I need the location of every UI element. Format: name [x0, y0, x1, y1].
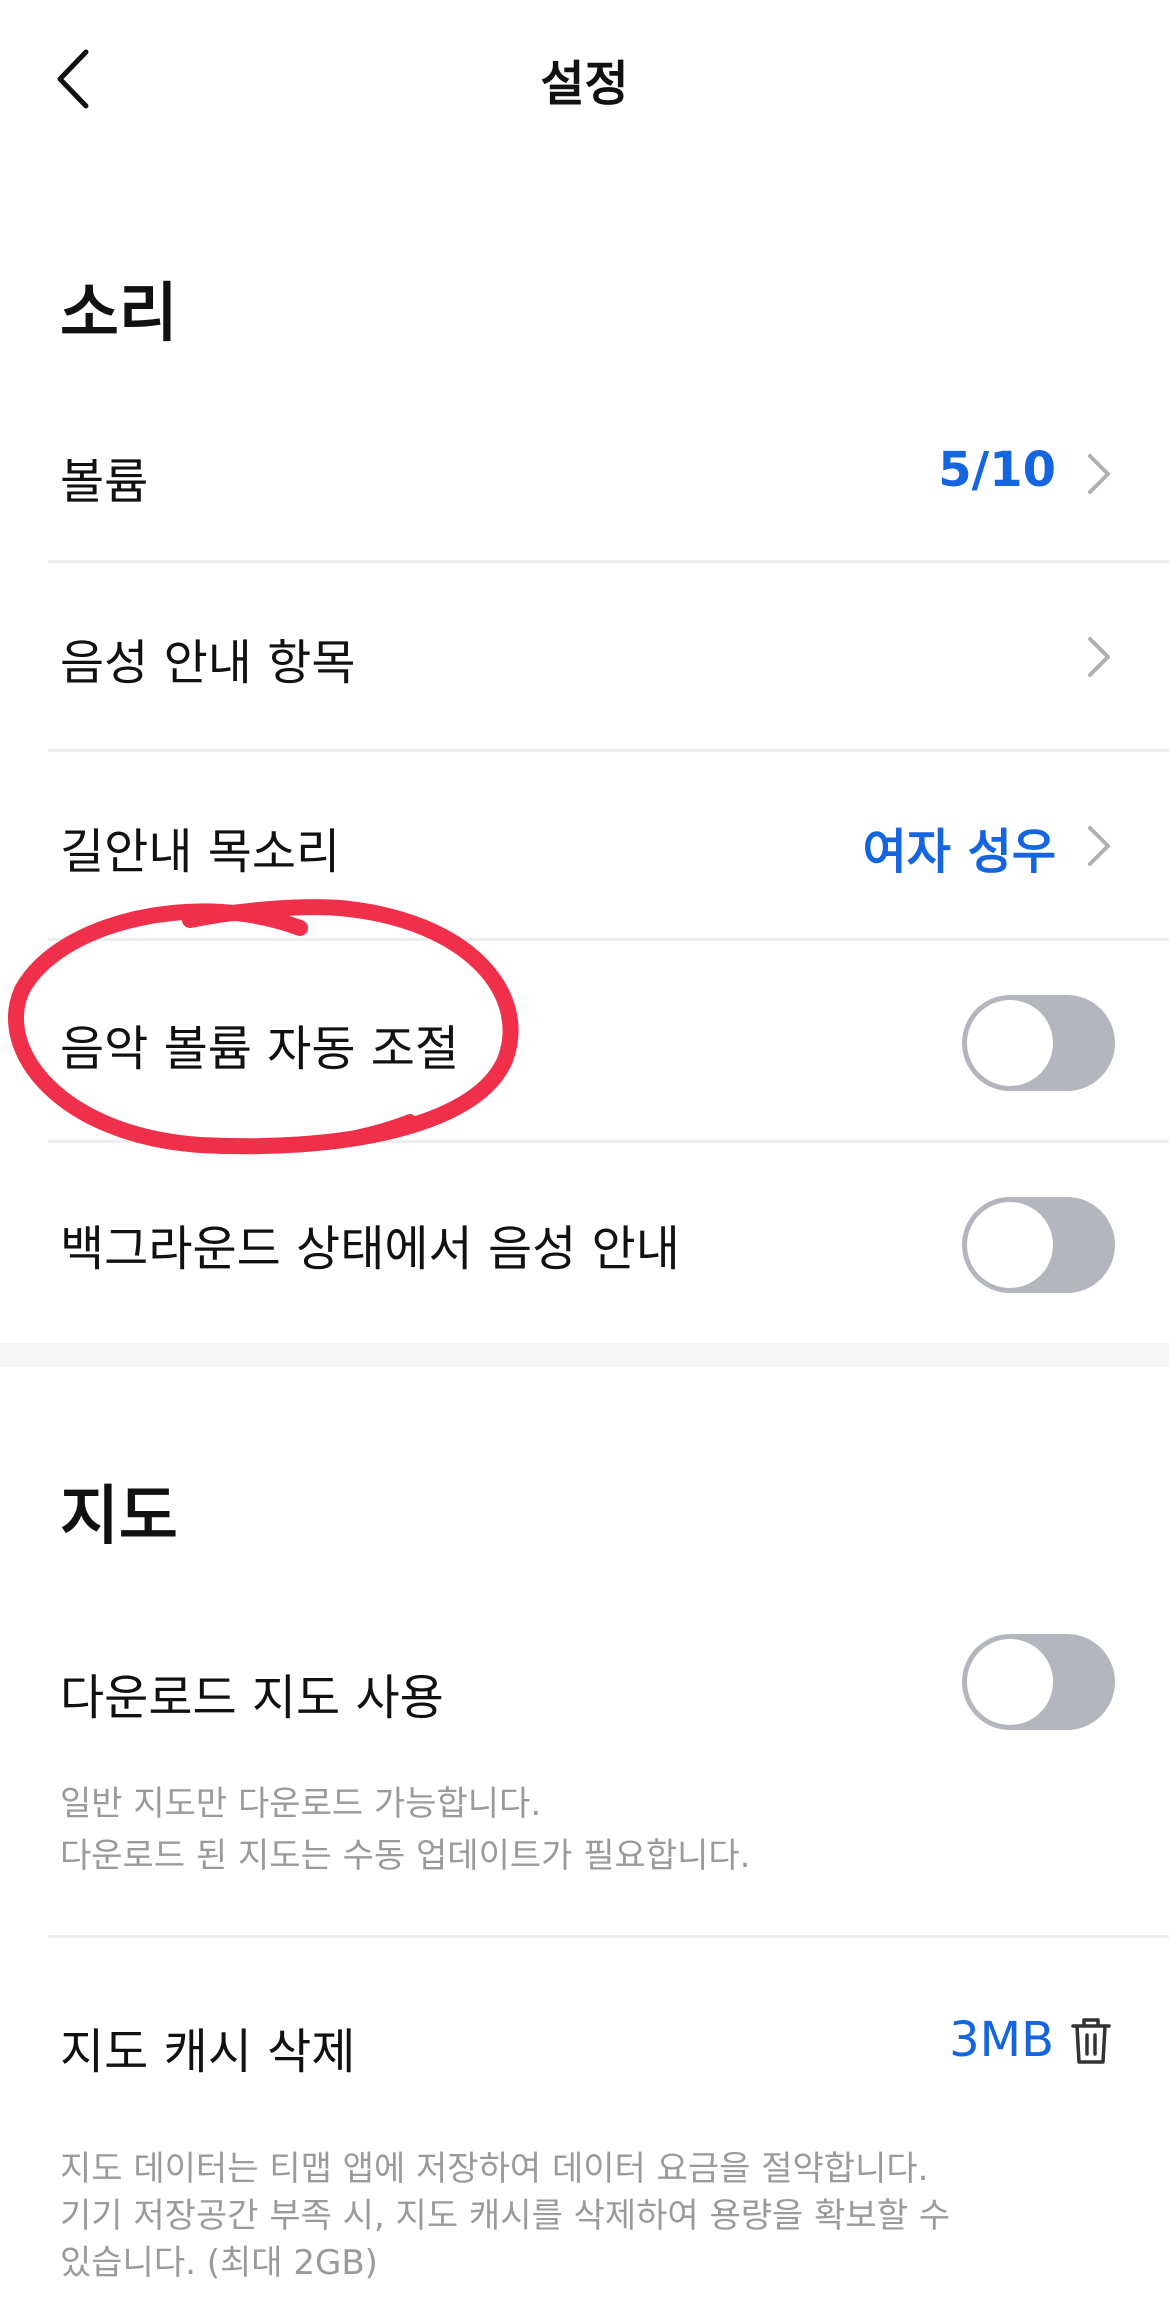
- background-voice-row: 백그라운드 상태에서 음성 안내: [0, 1143, 1169, 1343]
- header: 설정: [0, 0, 1169, 150]
- cache-description-line1: 지도 데이터는 티맵 앱에 저장하여 데이터 요금을 절약합니다.: [60, 2149, 929, 2189]
- voice-guide-items-label: 음성 안내 항목: [60, 635, 356, 691]
- background-voice-label: 백그라운드 상태에서 음성 안내: [60, 1221, 680, 1277]
- cache-size-value: 3MB: [949, 2012, 1054, 2068]
- auto-music-volume-toggle[interactable]: [962, 995, 1115, 1091]
- settings-page: 설정 소리 볼륨 5/10 음성 안내 항목 길안내 목소리 여자 성우 음악 …: [0, 0, 1169, 2313]
- volume-row[interactable]: 볼륨 5/10: [0, 410, 1169, 560]
- section-separator: [0, 1343, 1169, 1367]
- voice-guide-items-row[interactable]: 음성 안내 항목: [0, 563, 1169, 749]
- volume-label: 볼륨: [60, 454, 149, 510]
- download-map-label: 다운로드 지도 사용: [60, 1670, 444, 1726]
- divider: [48, 1935, 1169, 1938]
- auto-music-volume-row: 음악 볼륨 자동 조절: [0, 941, 1169, 1140]
- toggle-knob: [967, 1639, 1053, 1725]
- trash-icon[interactable]: [1070, 2016, 1112, 2066]
- clear-cache-row: 지도 캐시 삭제 3MB: [0, 1990, 1169, 2110]
- guide-voice-row[interactable]: 길안내 목소리 여자 성우: [0, 752, 1169, 938]
- chevron-right-icon: [1088, 454, 1110, 494]
- guide-voice-value: 여자 성우: [862, 824, 1056, 880]
- download-map-description-line2: 다운로드 된 지도는 수동 업데이트가 필요합니다.: [60, 1836, 751, 1876]
- guide-voice-label: 길안내 목소리: [60, 824, 341, 880]
- section-title-map: 지도: [60, 1480, 178, 1554]
- download-map-row: 다운로드 지도 사용: [0, 1620, 1169, 1760]
- download-map-toggle[interactable]: [962, 1634, 1115, 1730]
- toggle-knob: [967, 1000, 1053, 1086]
- page-title: 설정: [540, 56, 629, 112]
- volume-value: 5/10: [938, 442, 1056, 498]
- background-voice-toggle[interactable]: [962, 1197, 1115, 1293]
- download-map-description-line1: 일반 지도만 다운로드 가능합니다.: [60, 1784, 542, 1824]
- cache-description-line3: 있습니다. (최대 2GB): [60, 2243, 378, 2283]
- toggle-knob: [967, 1202, 1053, 1288]
- chevron-right-icon: [1088, 637, 1110, 677]
- clear-cache-label: 지도 캐시 삭제: [60, 2024, 356, 2080]
- auto-music-volume-label: 음악 볼륨 자동 조절: [60, 1021, 460, 1077]
- section-title-sound: 소리: [60, 277, 178, 351]
- chevron-right-icon: [1088, 826, 1110, 866]
- cache-description-line2: 기기 저장공간 부족 시, 지도 캐시를 삭제하여 용량을 확보할 수: [60, 2196, 951, 2236]
